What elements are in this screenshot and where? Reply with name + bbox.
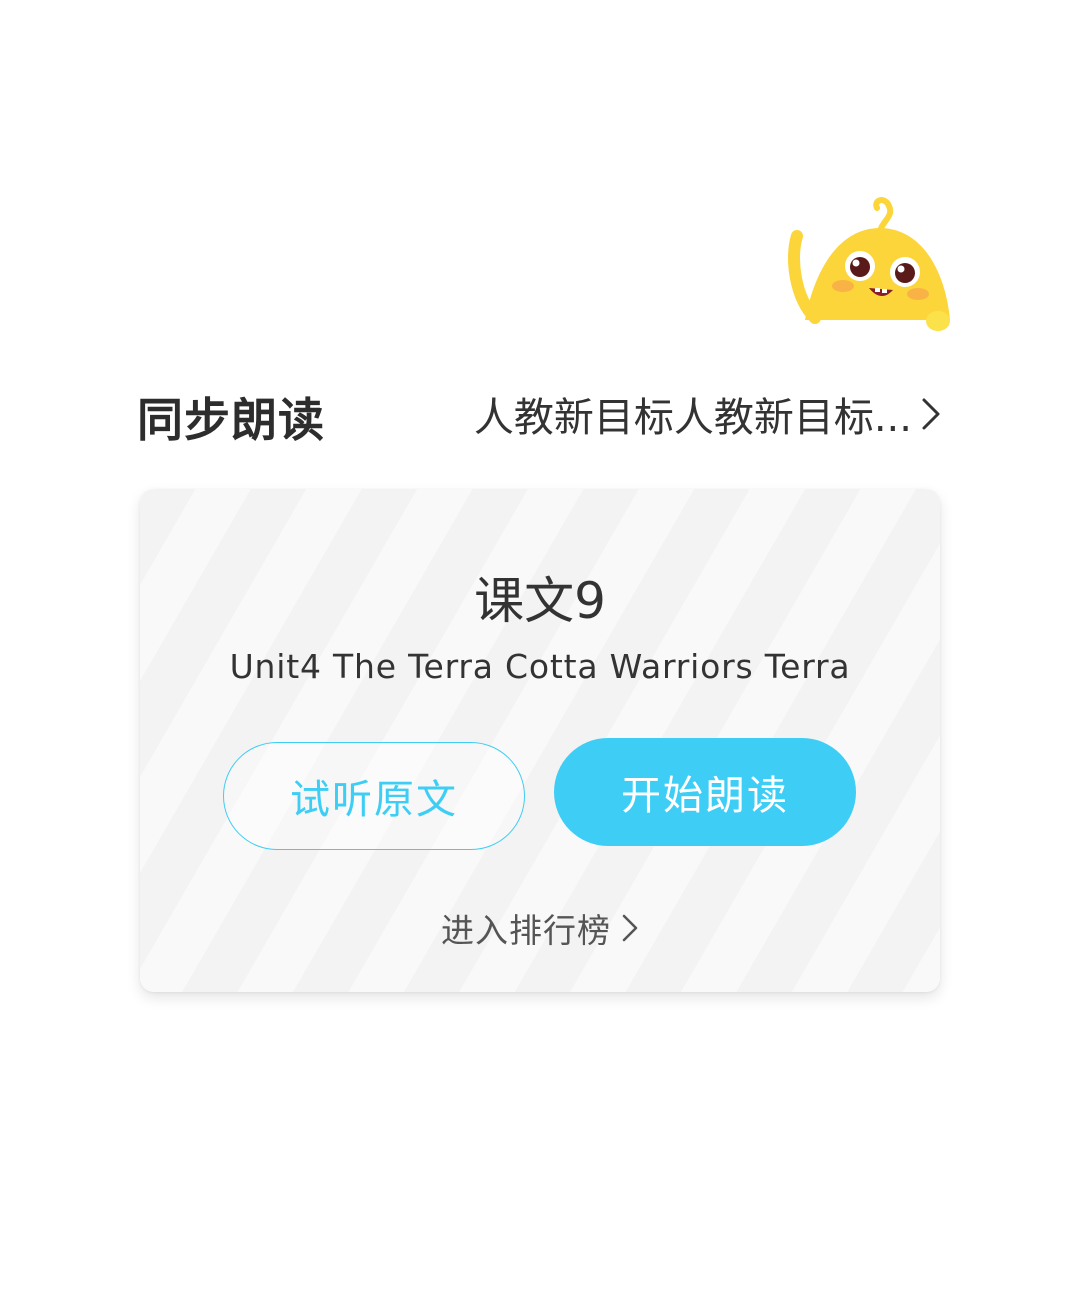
- ranking-link[interactable]: 进入排行榜: [140, 904, 940, 952]
- book-selector[interactable]: 人教新目标人教新目标...: [474, 385, 942, 443]
- chevron-right-icon: [622, 914, 638, 942]
- page: 同步朗读 人教新目标人教新目标... 课文9 Unit4 The Terra C…: [0, 0, 1080, 1303]
- listen-original-button[interactable]: 试听原文: [223, 742, 525, 850]
- lesson-title: 课文9: [474, 572, 606, 630]
- chevron-right-icon: [922, 398, 940, 430]
- lesson-card: 课文9 Unit4 The Terra Cotta Warriors Terra…: [140, 489, 940, 992]
- start-reading-button[interactable]: 开始朗读: [554, 738, 856, 846]
- lesson-subtitle: Unit4 The Terra Cotta Warriors Terra: [229, 647, 851, 686]
- section-title: 同步朗读: [137, 393, 325, 447]
- book-name: 人教新目标人教新目标...: [473, 395, 912, 441]
- mascot-icon: [788, 197, 950, 331]
- ranking-label: 进入排行榜: [441, 911, 611, 950]
